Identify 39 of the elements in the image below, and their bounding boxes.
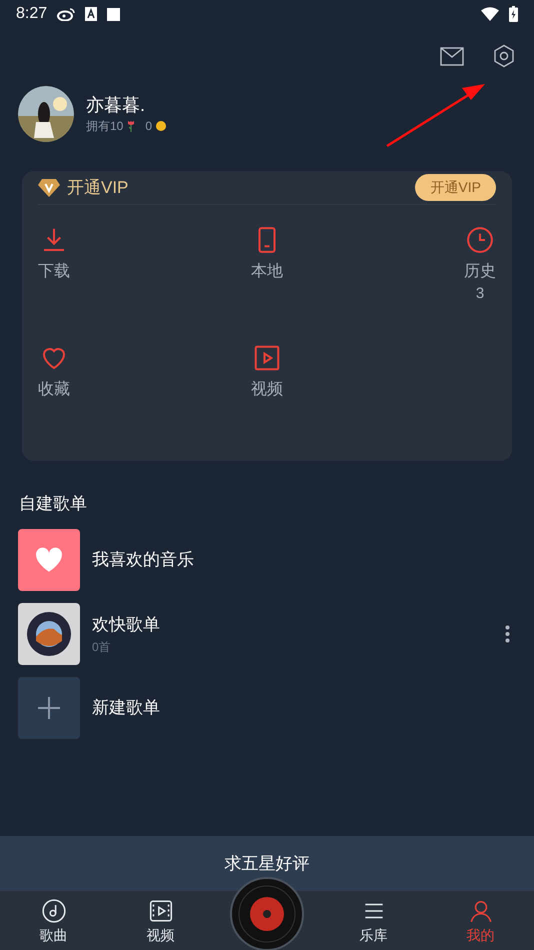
settings-button[interactable]	[492, 44, 516, 68]
playlist-name[interactable]: 欢快歌单	[92, 615, 493, 635]
coin-icon	[156, 121, 166, 131]
square-icon	[107, 8, 120, 20]
flower-icon	[127, 120, 136, 132]
nav-tab[interactable]: 视频	[107, 898, 214, 943]
playlist-name[interactable]: 我喜欢的音乐	[92, 550, 516, 570]
settings-icon	[492, 44, 516, 68]
coin-count: 0	[145, 120, 152, 132]
mail-button[interactable]	[440, 46, 464, 66]
keyboard-icon	[85, 7, 98, 21]
mail-icon	[440, 46, 464, 66]
plus-icon	[37, 696, 61, 720]
add-playlist-tile[interactable]	[18, 677, 80, 739]
owned-count: 拥有10	[86, 120, 124, 132]
wifi-icon	[481, 7, 499, 21]
clock-icon	[465, 225, 495, 255]
user-name: 亦暮暮.	[86, 96, 146, 114]
battery-icon	[509, 6, 518, 22]
vip-title: 开通VIP	[67, 176, 128, 199]
music-note-icon	[40, 898, 66, 924]
track-count: 0首	[92, 641, 112, 653]
rating-banner[interactable]: 求五星好评	[0, 836, 534, 891]
more-icon	[505, 625, 510, 643]
shortcut-item[interactable]: 下载	[38, 225, 70, 343]
shortcut-item[interactable]: 视频	[250, 343, 283, 461]
person-icon	[468, 898, 494, 924]
nav-tab[interactable]: 歌曲	[0, 898, 107, 943]
shortcut-item[interactable]: 本地	[250, 225, 283, 343]
diamond-icon	[38, 178, 60, 196]
shortcut-item[interactable]: 收藏	[38, 343, 70, 461]
heart-icon	[35, 547, 63, 573]
section-title: 自建歌单	[19, 493, 88, 515]
status-time: 8:27	[16, 4, 48, 24]
video-icon	[148, 898, 174, 924]
playlist-name[interactable]: 新建歌单	[92, 698, 516, 718]
nav-tab[interactable]: 乐库	[320, 898, 427, 943]
shortcut-item[interactable]: 历史 3	[464, 225, 496, 343]
weibo-icon	[57, 7, 76, 21]
